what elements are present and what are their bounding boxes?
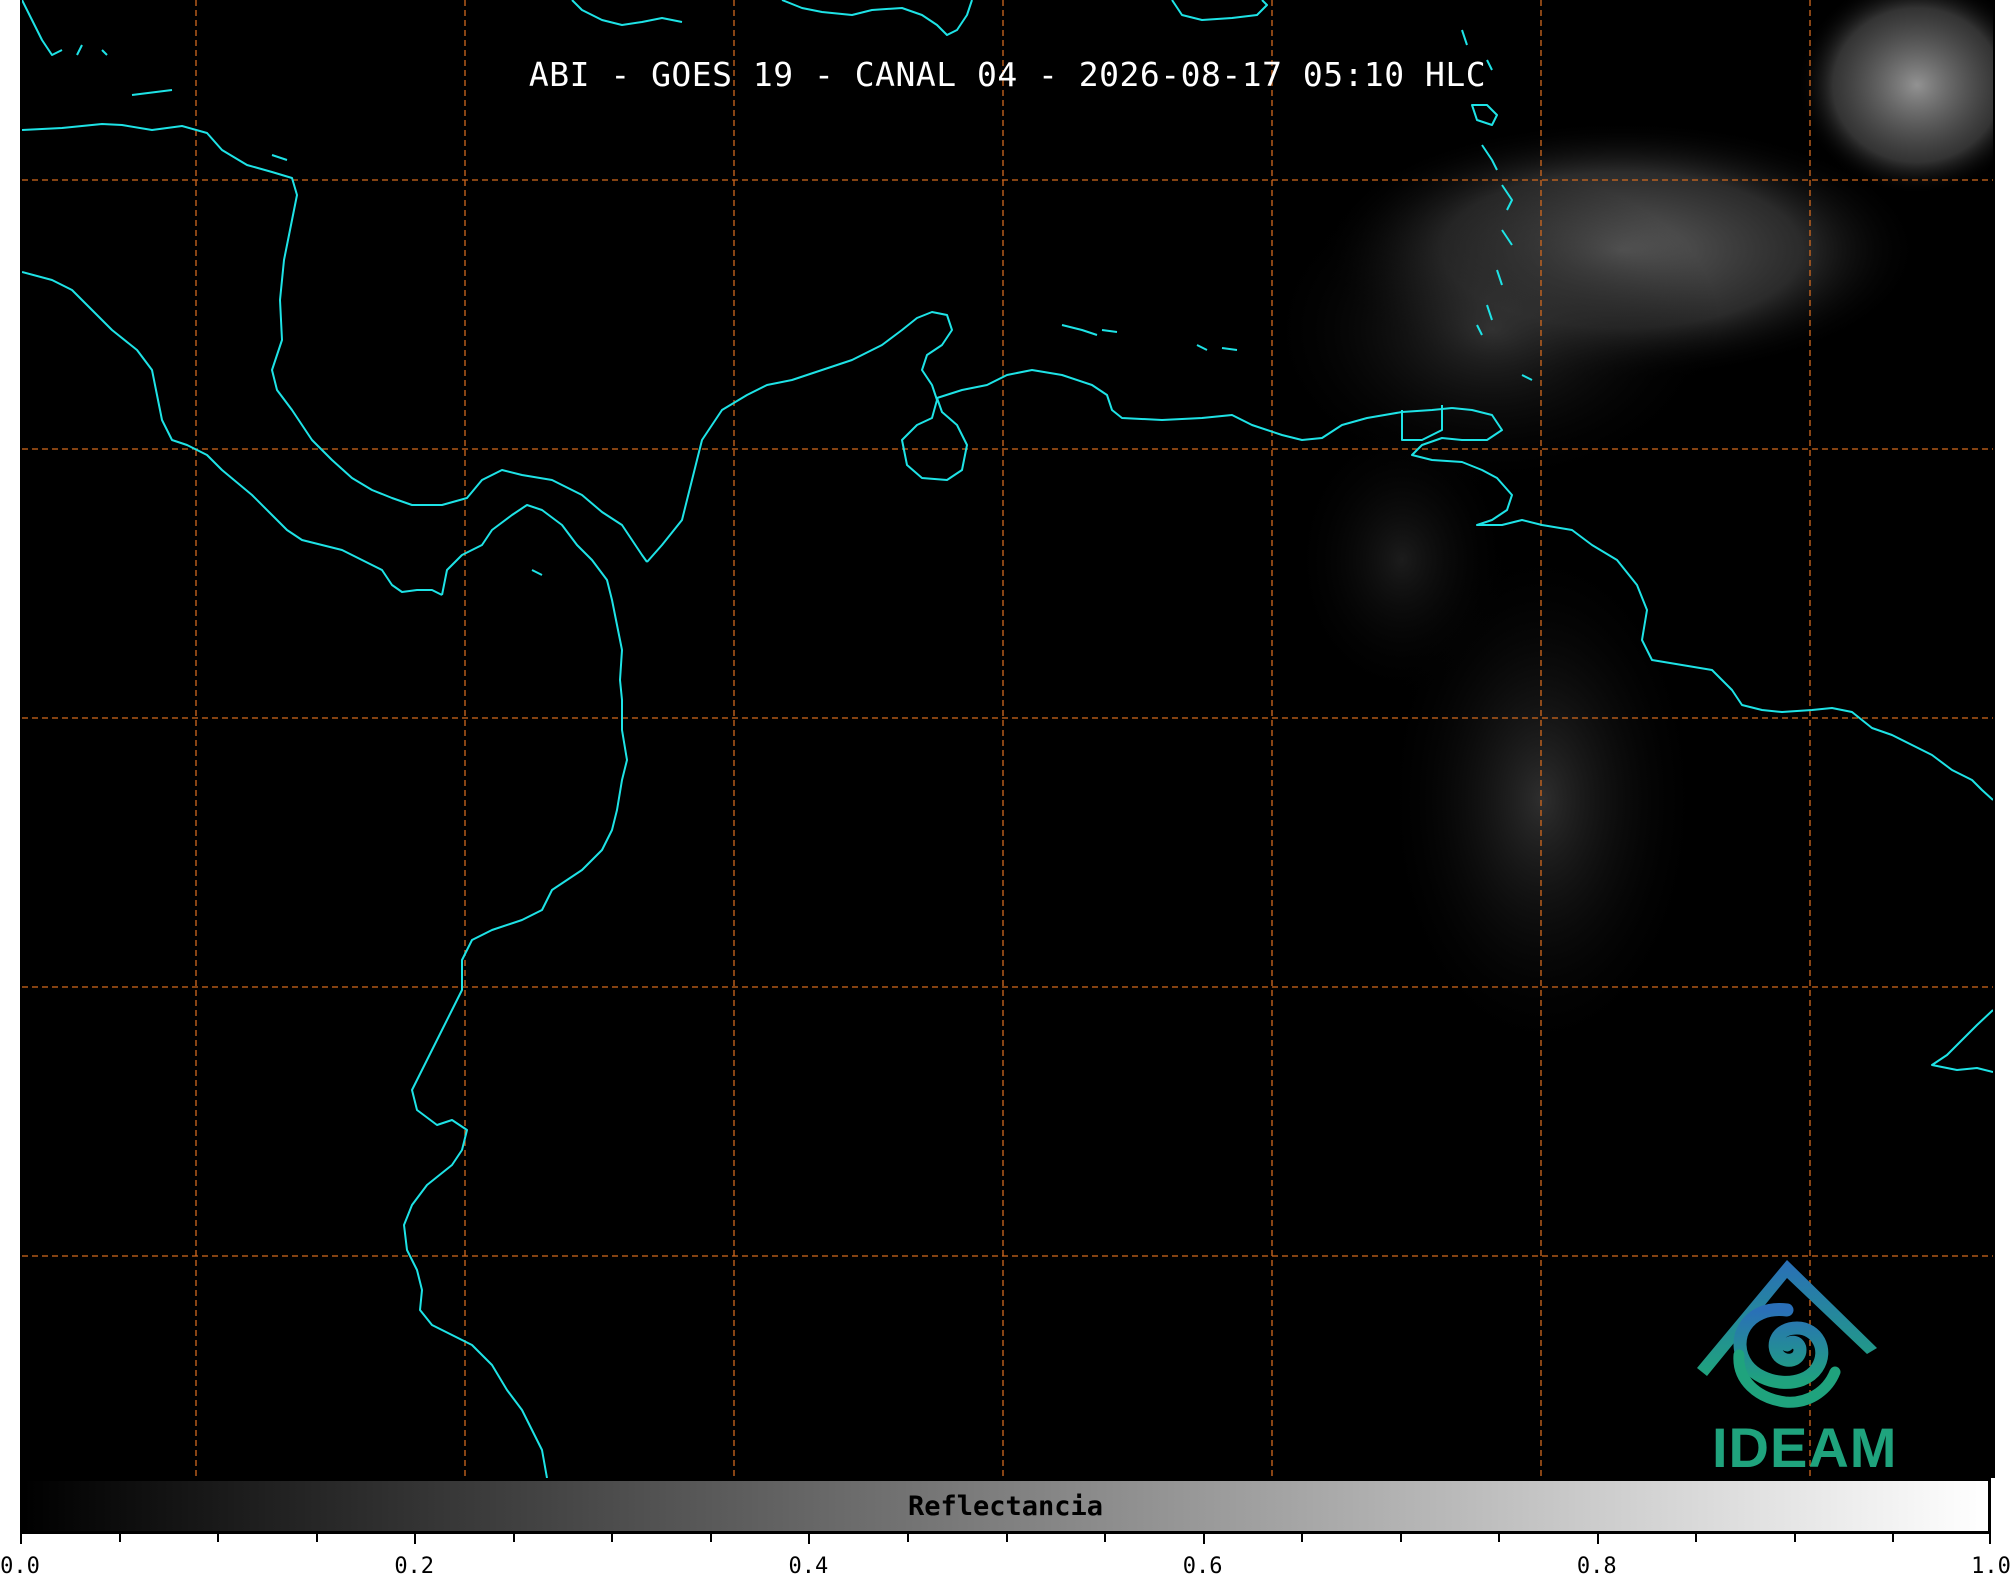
- colorbar-major-tick: [414, 1534, 417, 1544]
- colorbar-minor-tick: [709, 1534, 712, 1542]
- colorbar-minor-tick: [1399, 1534, 1402, 1542]
- coastline-puerto-rico: [1171, 0, 1268, 21]
- colorbar-major-tick: [1596, 1534, 1599, 1544]
- colorbar-tick-label: 0.6: [1182, 1554, 1223, 1577]
- colorbar-minor-tick: [1104, 1534, 1107, 1542]
- coastline-pacific-island: [76, 44, 543, 576]
- cloud-mass-central: [1262, 170, 1722, 490]
- colorbar-minor-tick: [1695, 1534, 1698, 1542]
- colorbar-major-tick: [20, 1534, 22, 1544]
- colorbar: Reflectancia: [20, 1478, 1991, 1534]
- colorbar-tick-label: 0.8: [1576, 1554, 1617, 1577]
- coastline-panama: [403, 504, 628, 1478]
- colorbar-label: Reflectancia: [907, 1491, 1104, 1522]
- coastline-central-america-pacific: [22, 271, 443, 596]
- ideam-logo-text: IDEAM: [1712, 1416, 1898, 1479]
- coastline-central-america-caribbean: [22, 123, 648, 563]
- colorbar-major-tick: [808, 1534, 811, 1544]
- colorbar-minor-tick: [217, 1534, 220, 1542]
- colorbar-minor-tick: [1793, 1534, 1796, 1542]
- coastline-abc-islands: [1061, 324, 1238, 351]
- colorbar-major-tick: [1989, 1534, 1991, 1544]
- colorbar-minor-tick: [906, 1534, 909, 1542]
- coastline-cuba: [571, 0, 683, 26]
- colorbar-major-tick: [1202, 1534, 1205, 1544]
- colorbar-axis: 0.0 0.2 0.4 0.6 0.8 1.0: [0, 1534, 2011, 1577]
- image-title: ABI - GOES 19 - CANAL 04 - 2026-08-17 05…: [528, 55, 1487, 94]
- coastline-east-edge: [1931, 1009, 1993, 1073]
- colorbar-minor-tick: [315, 1534, 318, 1542]
- colorbar-minor-tick: [118, 1534, 121, 1542]
- colorbar-tick-label: 0.2: [394, 1554, 435, 1577]
- colorbar-tick-label: 0.0: [0, 1554, 40, 1577]
- satellite-image-frame: ABI - GOES 19 - CANAL 04 - 2026-08-17 05…: [0, 0, 2011, 1577]
- colorbar-minor-tick: [1301, 1534, 1304, 1542]
- colorbar-minor-tick: [512, 1534, 515, 1542]
- coastline-northwest: [22, 0, 63, 56]
- colorbar-minor-tick: [1892, 1534, 1895, 1542]
- cloud-mass-west: [1292, 420, 1512, 700]
- colorbar-tick-label: 0.4: [788, 1554, 829, 1577]
- satellite-map: ABI - GOES 19 - CANAL 04 - 2026-08-17 05…: [20, 0, 1995, 1479]
- colorbar-minor-tick: [611, 1534, 614, 1542]
- colorbar-minor-tick: [1498, 1534, 1501, 1542]
- colorbar-minor-tick: [1005, 1534, 1008, 1542]
- colorbar-tick-label: 1.0: [1971, 1554, 2011, 1577]
- coastline-hispaniola: [781, 0, 973, 36]
- cloud-field: [1262, 0, 1993, 1060]
